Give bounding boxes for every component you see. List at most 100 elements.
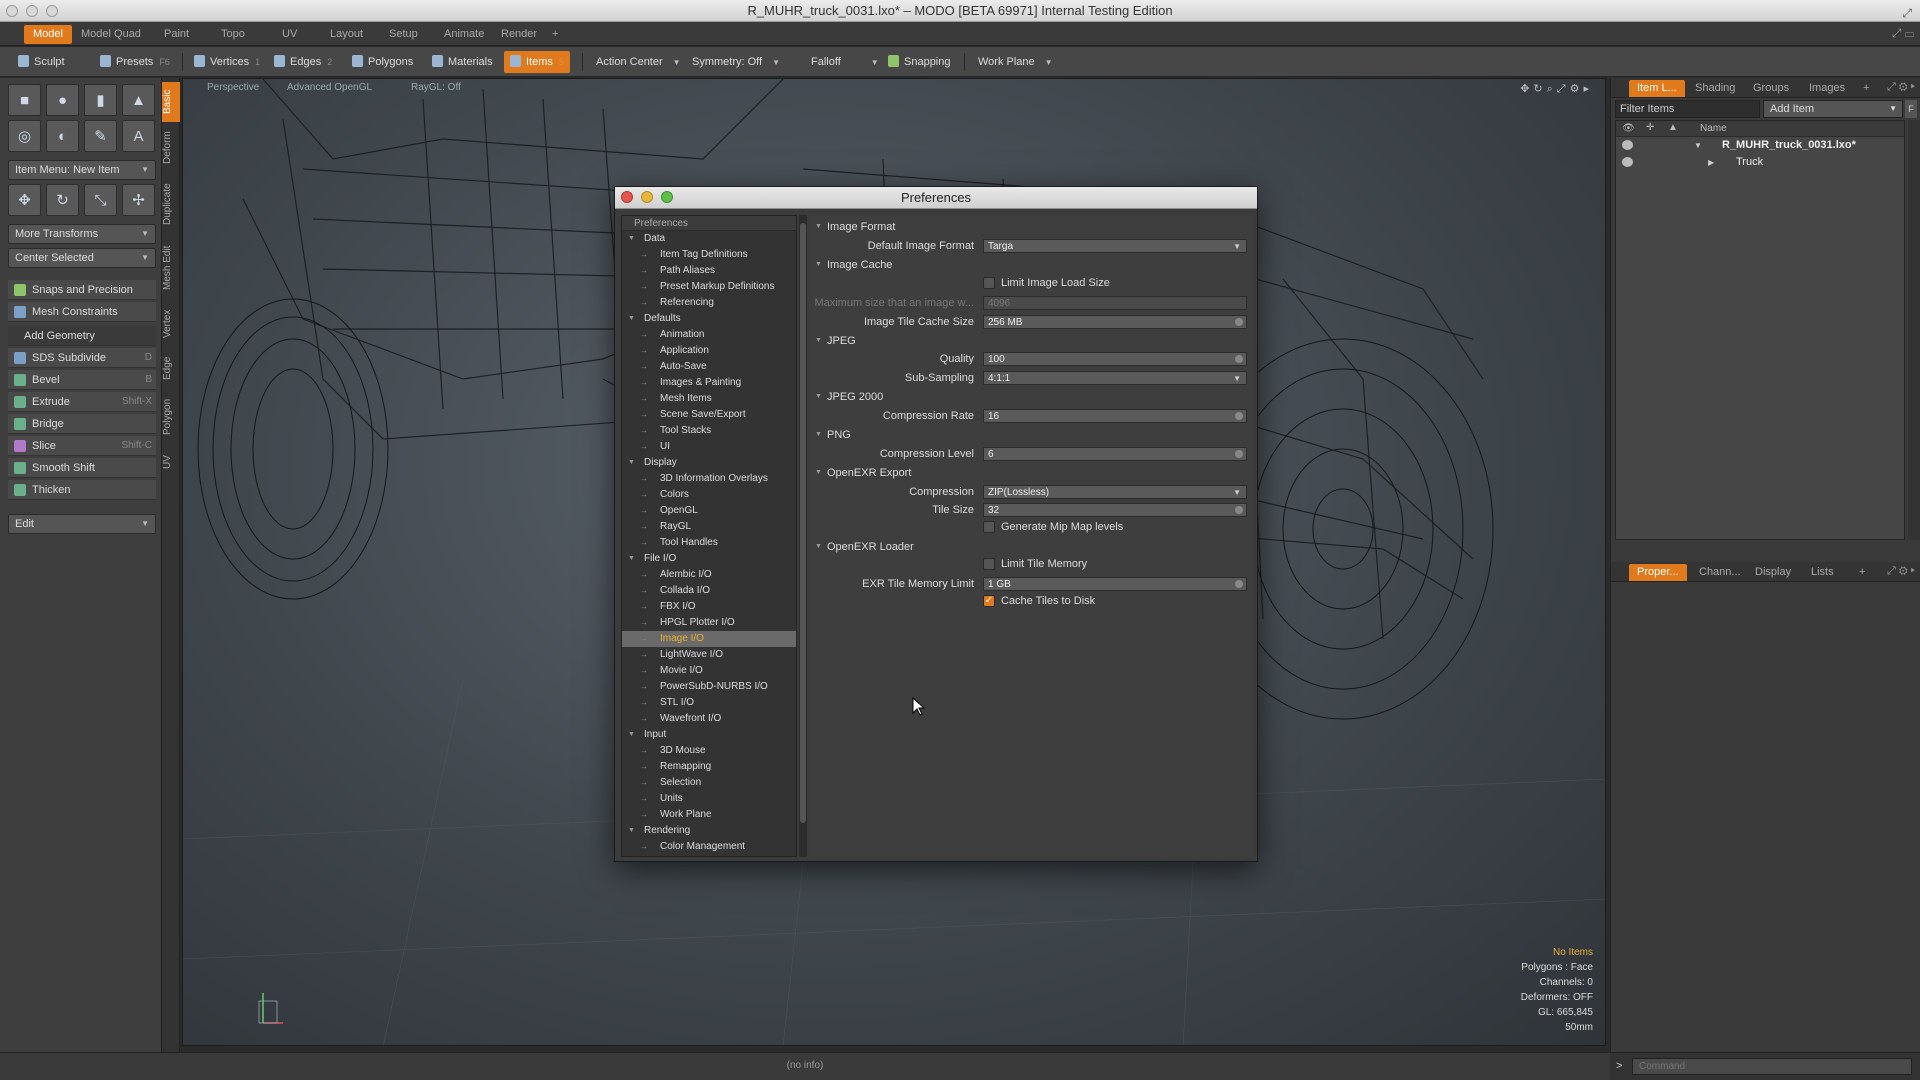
vtab-deform[interactable]: Deform [162,126,180,170]
items-button[interactable]: Items 5 [504,51,570,73]
section-jpeg[interactable]: JPEG [813,333,856,349]
fullscreen-icon[interactable]: ⤢ [1902,2,1912,24]
tree-item-hpgl-plotter-i-o[interactable]: HPGL Plotter I/O [622,615,796,631]
tab-animate[interactable]: Animate [435,25,493,44]
capsule-icon[interactable]: ◐ [46,120,79,152]
exr-compression-select[interactable]: ZIP(Lossless) ▼ [983,485,1247,499]
snapping-button[interactable]: Snapping [882,51,957,73]
center-selected-dropdown[interactable]: Center Selected ▼ [8,248,156,268]
tree-item-tool-handles[interactable]: Tool Handles [622,535,796,551]
zoom-button[interactable] [46,5,58,17]
tree-scroll-thumb[interactable] [800,223,806,823]
tree-item-wavefront-i-o[interactable]: Wavefront I/O [622,711,796,727]
tree-item-alembic-i-o[interactable]: Alembic I/O [622,567,796,583]
tab-model[interactable]: Model [24,25,72,44]
spinner-icon[interactable] [1235,412,1243,420]
tree-category-defaults[interactable]: Defaults [622,311,796,327]
item-row-scene[interactable]: ▼ R_MUHR_truck_0031.lxo* [1616,137,1904,154]
cone-icon[interactable]: ▲ [122,84,155,116]
tree-item-3d-mouse[interactable]: 3D Mouse [622,743,796,759]
move-icon[interactable]: ✥ [8,184,41,216]
spinner-icon[interactable] [1235,580,1243,588]
name-column-header[interactable]: Name [1700,123,1727,134]
tree-item-remapping[interactable]: Remapping [622,759,796,775]
filter-button[interactable]: F [1905,100,1917,118]
vtab-uv[interactable]: UV [162,448,180,476]
tree-category-file-i-o[interactable]: File I/O [622,551,796,567]
jpeg2000-rate-field[interactable]: 16 [983,409,1247,423]
tab-lists[interactable]: Lists [1803,564,1842,581]
thicken-button[interactable]: Thicken [8,480,156,500]
section-image-format[interactable]: Image Format [813,219,895,235]
section-openexr-loader[interactable]: OpenEXR Loader [813,539,914,555]
item-menu-dropdown[interactable]: Item Menu: New Item ▼ [8,160,156,180]
add-geometry-header[interactable]: Add Geometry [8,326,156,346]
view-type-dropdown[interactable]: Perspective [207,82,259,93]
tab-properties[interactable]: Proper... [1629,564,1687,581]
tab-groups[interactable]: Groups [1745,80,1797,97]
generate-mipmap-checkbox[interactable] [983,521,995,533]
tree-item-selection[interactable]: Selection [622,775,796,791]
tree-item-raygl[interactable]: RayGL [622,519,796,535]
section-image-cache[interactable]: Image Cache [813,257,892,273]
tab-shading[interactable]: Shading [1687,80,1743,97]
extrude-button[interactable]: Extrude Shift-X [8,392,156,412]
add-item-dropdown[interactable]: Add Item ▼ [1763,100,1903,118]
scale-icon[interactable]: ⤡ [84,184,117,216]
tree-item-lightwave-i-o[interactable]: LightWave I/O [622,647,796,663]
smooth-shift-button[interactable]: Smooth Shift [8,458,156,478]
section-openexr-export[interactable]: OpenEXR Export [813,465,911,481]
default-image-format-select[interactable]: Targa ▼ [983,239,1247,253]
transform-icon[interactable]: ✢ [122,184,155,216]
tree-category-data[interactable]: Data [622,231,796,247]
raygl-toggle[interactable]: RayGL: Off [411,82,461,93]
tree-item-work-plane[interactable]: Work Plane [622,807,796,823]
tab-setup[interactable]: Setup [380,25,427,44]
panel-menu-icon[interactable]: ⤢ ⚙ ▸ [1887,81,1915,94]
snaps-precision-button[interactable]: Snaps and Precision [8,280,156,300]
sculpt-button[interactable]: Sculpt [12,51,71,73]
cube-icon[interactable]: ■ [8,84,41,116]
sds-subdivide-button[interactable]: SDS Subdivide D [8,348,156,368]
close-button[interactable] [621,191,633,203]
tree-item-powersubd-nurbs-i-o[interactable]: PowerSubD-NURBS I/O [622,679,796,695]
sphere-icon[interactable]: ● [46,84,79,116]
torus-icon[interactable]: ◎ [8,120,41,152]
edges-button[interactable]: Edges 2 [268,51,338,73]
tree-item-units[interactable]: Units [622,791,796,807]
png-level-field[interactable]: 6 [983,447,1247,461]
tree-item-color-management[interactable]: Color Management [622,839,796,855]
expand-arrow-icon[interactable]: ▼ [1694,137,1702,154]
tree-item-images-painting[interactable]: Images & Painting [622,375,796,391]
shading-dropdown[interactable]: Advanced OpenGL [287,82,372,93]
section-jpeg2000[interactable]: JPEG 2000 [813,389,883,405]
tree-item-auto-save[interactable]: Auto-Save [622,359,796,375]
pen-icon[interactable]: ✎ [84,120,117,152]
limit-tile-memory-checkbox[interactable] [983,558,995,570]
tree-item-referencing[interactable]: Referencing [622,295,796,311]
tab-add-bottom[interactable]: + [1851,564,1873,581]
visibility-eye-icon[interactable] [1622,140,1633,150]
tree-item-tool-stacks[interactable]: Tool Stacks [622,423,796,439]
mesh-constraints-button[interactable]: Mesh Constraints [8,302,156,322]
vtab-mesh-edit[interactable]: Mesh Edit [162,238,180,298]
bevel-button[interactable]: Bevel B [8,370,156,390]
panel-menu-icon[interactable]: ⤢ ⚙ ▸ [1887,565,1915,578]
tree-item-collada-i-o[interactable]: Collada I/O [622,583,796,599]
tree-item-image-i-o[interactable]: Image I/O [622,631,796,647]
tree-item-stl-i-o[interactable]: STL I/O [622,695,796,711]
exr-memory-limit-field[interactable]: 1 GB [983,577,1247,591]
tree-item-colors[interactable]: Colors [622,487,796,503]
spinner-icon[interactable] [1235,318,1243,326]
tree-scrollbar[interactable] [799,215,807,857]
falloff-dropdown[interactable]: Falloff ▼ [805,51,885,73]
tree-item-item-tag-definitions[interactable]: Item Tag Definitions [622,247,796,263]
work-plane-dropdown[interactable]: Work Plane ▼ [972,51,1059,73]
vertices-button[interactable]: Vertices 1 [188,51,266,73]
tree-category-input[interactable]: Input [622,727,796,743]
layout-expand-icon[interactable]: ⤢ ▭ [1892,26,1914,41]
image-tile-cache-field[interactable]: 256 MB [983,315,1247,329]
vtab-edge[interactable]: Edge [162,350,180,386]
tab-images[interactable]: Images [1801,80,1853,97]
cache-tiles-checkbox[interactable]: ✓ [983,595,995,607]
